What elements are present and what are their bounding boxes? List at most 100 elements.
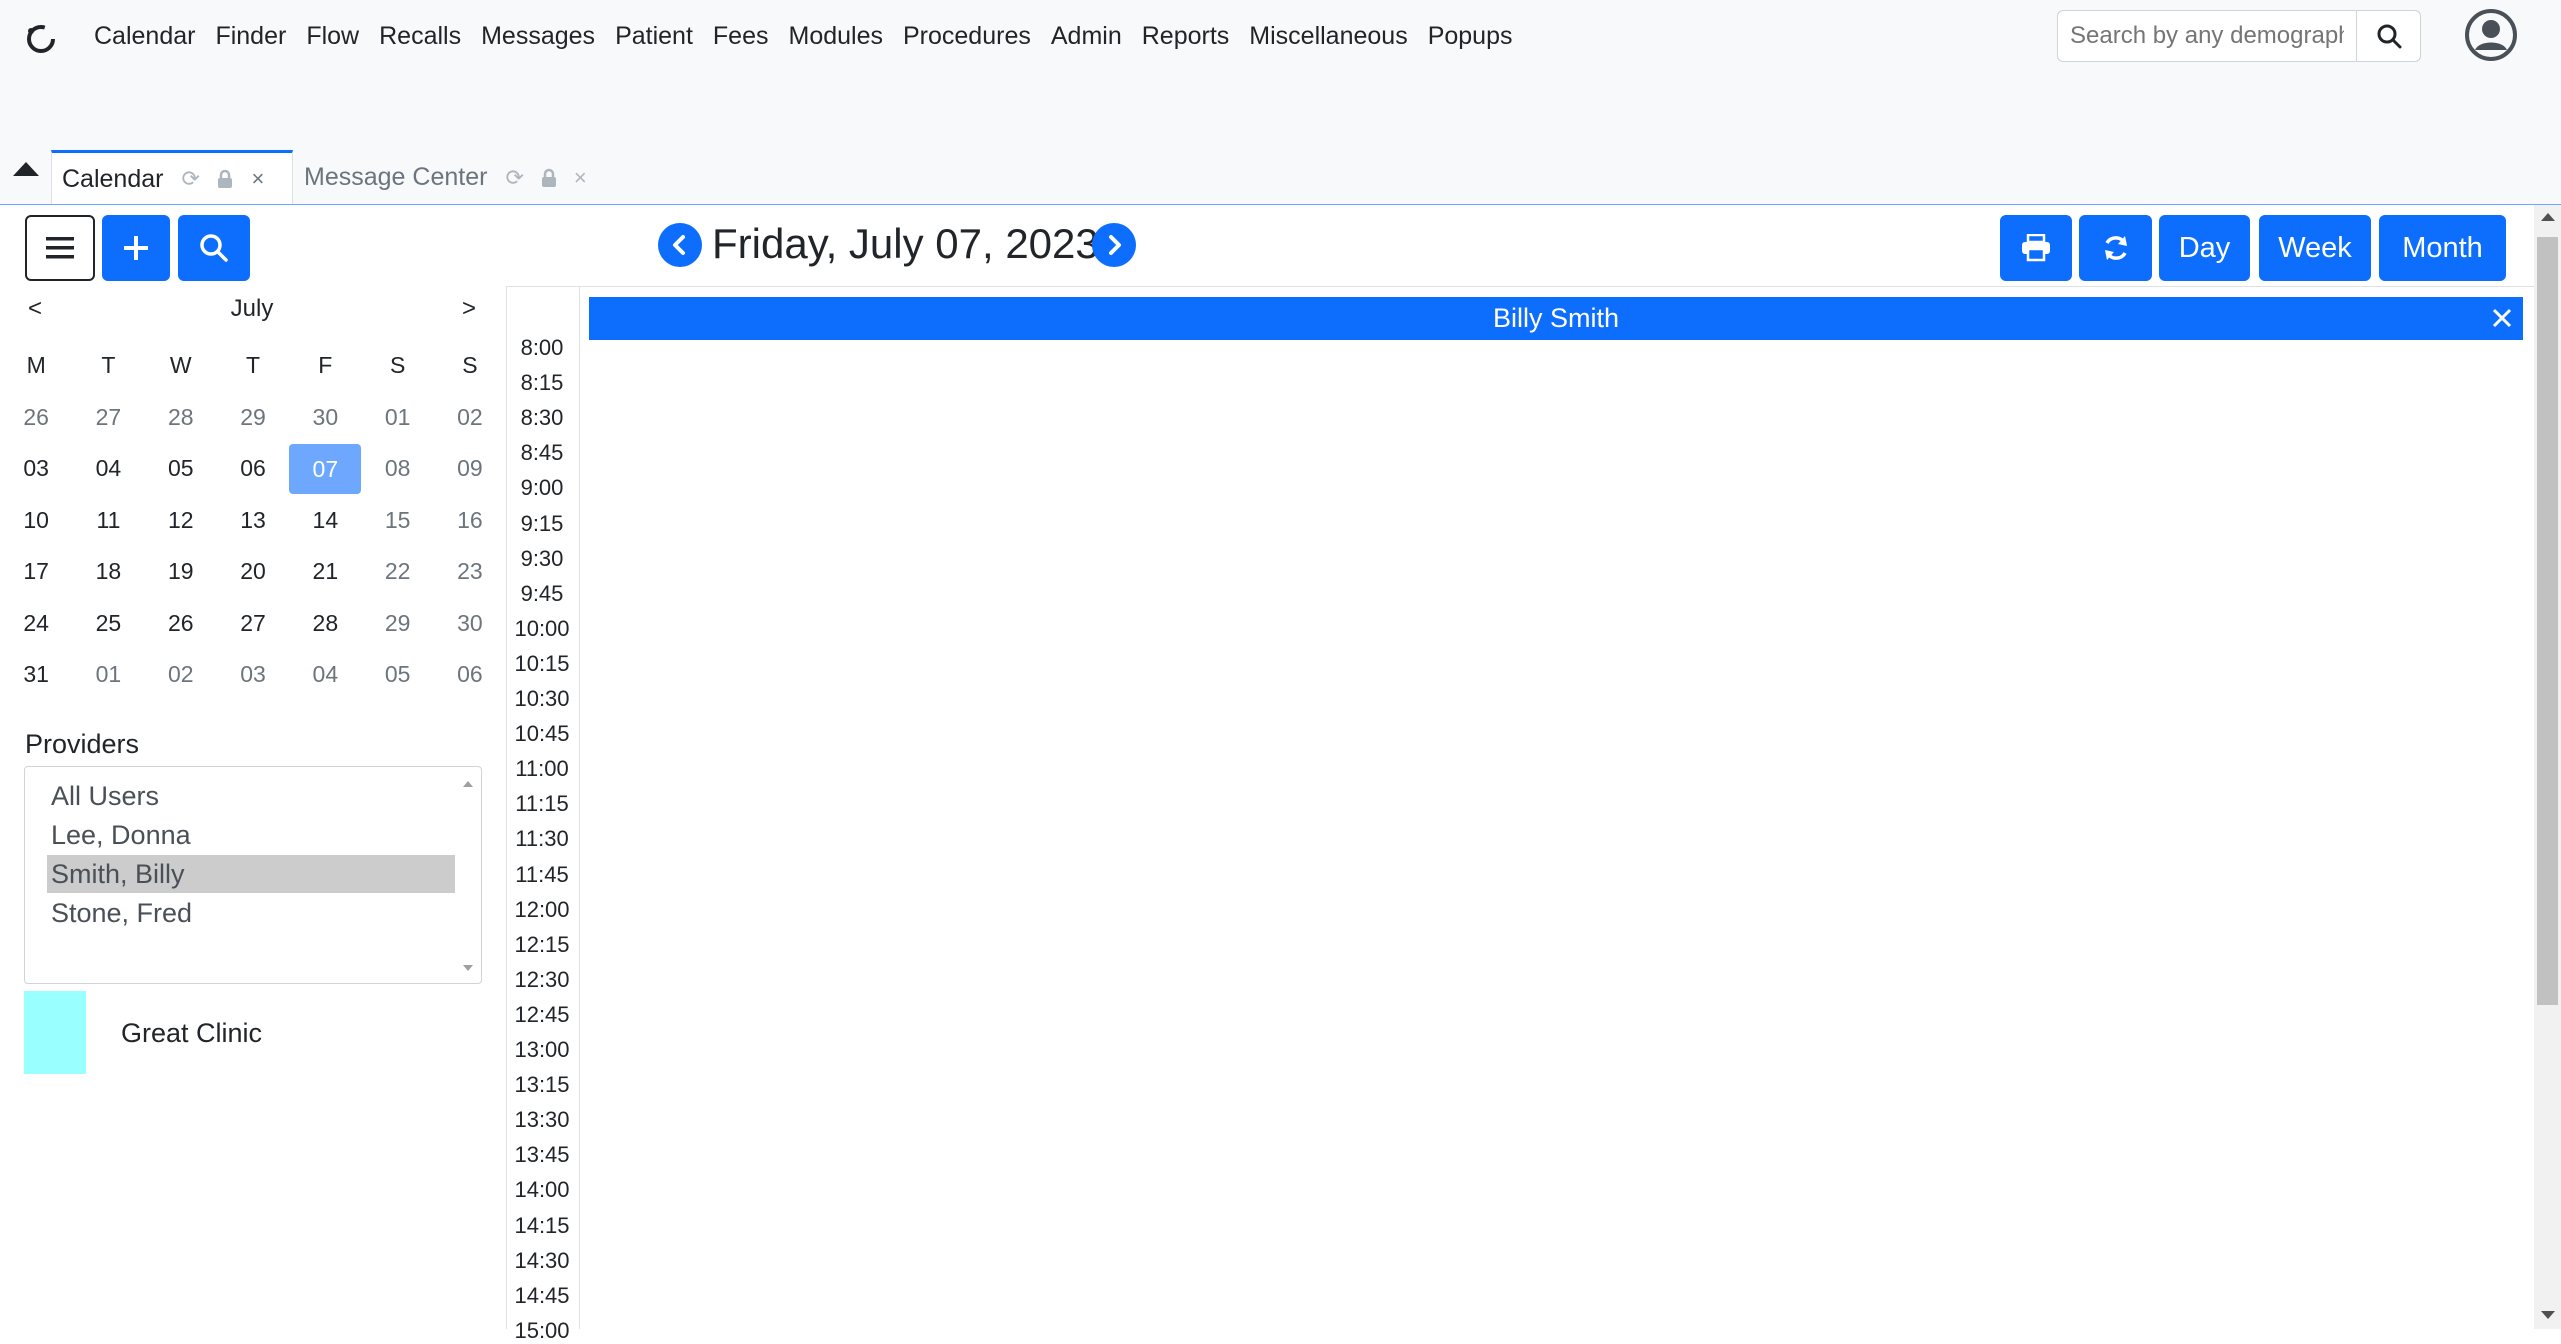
mini-calendar-day[interactable]: 16 <box>434 507 506 534</box>
mini-calendar-day[interactable]: 22 <box>361 558 433 585</box>
mini-calendar-day[interactable]: 01 <box>72 661 144 688</box>
mini-calendar-day[interactable]: 19 <box>145 558 217 585</box>
menu-item-fees[interactable]: Fees <box>713 22 769 51</box>
mini-calendar-day[interactable]: 29 <box>361 610 433 637</box>
mini-calendar-day[interactable]: 01 <box>361 404 433 431</box>
mini-calendar-day[interactable]: 08 <box>361 455 433 482</box>
mini-calendar-day[interactable]: 30 <box>434 610 506 637</box>
menu-item-calendar[interactable]: Calendar <box>94 22 195 51</box>
menu-item-admin[interactable]: Admin <box>1051 22 1122 51</box>
refresh-calendar-button[interactable] <box>2079 215 2152 281</box>
mini-calendar-day[interactable]: 31 <box>0 661 72 688</box>
providers-list[interactable]: All Users Lee, Donna Smith, Billy Stone, Fr… <box>24 766 482 984</box>
close-tab-icon[interactable]: × <box>250 166 266 191</box>
search-input[interactable] <box>2057 10 2357 62</box>
menu-item-procedures[interactable]: Procedures <box>903 22 1031 51</box>
collapse-nav-icon[interactable] <box>12 160 40 178</box>
close-icon[interactable] <box>2487 303 2517 333</box>
mini-calendar-day[interactable]: 04 <box>289 661 361 688</box>
mini-calendar-day[interactable]: 05 <box>145 455 217 482</box>
menu-item-recalls[interactable]: Recalls <box>379 22 461 51</box>
sidebar-toggle-button[interactable] <box>25 215 95 281</box>
scroll-up-arrow[interactable] <box>2541 213 2555 221</box>
weekday-label: T <box>246 352 261 379</box>
mini-calendar-day[interactable]: 28 <box>145 404 217 431</box>
app-logo-icon[interactable] <box>24 22 58 56</box>
mini-calendar-day[interactable]: 25 <box>72 610 144 637</box>
mini-calendar-day[interactable]: 29 <box>217 404 289 431</box>
time-slot-label: 8:00 <box>520 335 564 360</box>
mini-calendar-next-button[interactable]: > <box>462 295 476 323</box>
menu-item-popups[interactable]: Popups <box>1428 22 1513 51</box>
providers-scrollbar[interactable] <box>459 771 477 979</box>
month-view-button[interactable]: Month <box>2379 215 2506 281</box>
mini-calendar-day[interactable]: 17 <box>0 558 72 585</box>
mini-calendar-day[interactable]: 28 <box>289 610 361 637</box>
mini-calendar-day[interactable]: 30 <box>289 404 361 431</box>
mini-calendar-day[interactable]: 12 <box>145 507 217 534</box>
refresh-tab-icon[interactable]: ⟳ <box>505 165 523 190</box>
provider-column-header: Billy Smith <box>589 297 2523 340</box>
lock-tab-icon[interactable] <box>216 168 234 190</box>
mini-calendar-day[interactable]: 05 <box>361 661 433 688</box>
menu-item-reports[interactable]: Reports <box>1142 22 1230 51</box>
mini-calendar-day[interactable]: 13 <box>217 507 289 534</box>
print-button[interactable] <box>2000 215 2072 281</box>
mini-calendar-day[interactable]: 09 <box>434 455 506 482</box>
mini-calendar-week: 10 11 12 13 14 15 16 <box>0 495 506 547</box>
mini-calendar-day[interactable]: 10 <box>0 507 72 534</box>
menu-item-flow[interactable]: Flow <box>306 22 359 51</box>
mini-calendar-day[interactable]: 02 <box>434 404 506 431</box>
menu-item-miscellaneous[interactable]: Miscellaneous <box>1249 22 1407 51</box>
search-button[interactable] <box>2357 10 2421 62</box>
mini-calendar-day[interactable]: 20 <box>217 558 289 585</box>
next-day-button[interactable] <box>1092 223 1136 267</box>
provider-option-lee-donna[interactable]: Lee, Donna <box>47 816 455 854</box>
user-account-icon[interactable] <box>2464 8 2518 62</box>
mini-calendar-day[interactable]: 06 <box>434 661 506 688</box>
mini-calendar-day[interactable]: 27 <box>217 610 289 637</box>
day-view-button[interactable]: Day <box>2159 215 2250 281</box>
close-tab-icon[interactable]: × <box>574 165 587 190</box>
main-menu: Calendar Finder Flow Recalls Messages Patient… <box>94 0 1533 72</box>
mini-calendar-day[interactable]: 02 <box>145 661 217 688</box>
previous-day-button[interactable] <box>658 223 702 267</box>
mini-calendar-day[interactable]: 26 <box>0 404 72 431</box>
scroll-down-arrow[interactable] <box>2541 1311 2555 1319</box>
mini-calendar-day[interactable]: 27 <box>72 404 144 431</box>
search-appointments-button[interactable] <box>178 215 250 281</box>
time-slot-label: 13:00 <box>514 1037 570 1062</box>
tab-message-center[interactable]: Message Center ⟳ × <box>294 150 610 205</box>
add-appointment-button[interactable] <box>102 215 170 281</box>
mini-calendar-day[interactable]: 03 <box>217 661 289 688</box>
mini-calendar-day-selected[interactable]: 07 <box>289 443 362 494</box>
mini-calendar-week: 24 25 26 27 28 29 30 <box>0 598 506 650</box>
mini-calendar-day[interactable]: 24 <box>0 610 72 637</box>
mini-calendar-day[interactable]: 03 <box>0 455 72 482</box>
mini-calendar-day[interactable]: 21 <box>289 558 361 585</box>
mini-calendar-day[interactable]: 18 <box>72 558 144 585</box>
provider-option-smith-billy[interactable]: Smith, Billy <box>47 855 455 893</box>
weekday-label: W <box>169 352 192 379</box>
menu-item-messages[interactable]: Messages <box>481 22 595 51</box>
week-view-button[interactable]: Week <box>2259 215 2371 281</box>
weekday-label: T <box>101 352 116 379</box>
mini-calendar-day[interactable]: 15 <box>361 507 433 534</box>
mini-calendar-day[interactable]: 04 <box>72 455 144 482</box>
page-scrollbar[interactable] <box>2534 205 2561 1329</box>
scrollbar-thumb[interactable] <box>2537 237 2558 1005</box>
mini-calendar-day[interactable]: 14 <box>289 507 361 534</box>
mini-calendar-day[interactable]: 23 <box>434 558 506 585</box>
time-slot-label: 13:15 <box>514 1072 570 1098</box>
mini-calendar-day[interactable]: 11 <box>72 507 144 534</box>
tab-calendar[interactable]: Calendar ⟳ × <box>51 150 293 205</box>
provider-option-all-users[interactable]: All Users <box>47 777 455 815</box>
mini-calendar-day[interactable]: 26 <box>145 610 217 637</box>
provider-option-stone-fred[interactable]: Stone, Fred <box>47 894 455 932</box>
menu-item-finder[interactable]: Finder <box>215 22 286 51</box>
refresh-tab-icon[interactable]: ⟳ <box>181 166 199 191</box>
mini-calendar-day[interactable]: 06 <box>217 455 289 482</box>
lock-tab-icon[interactable] <box>540 167 558 189</box>
menu-item-modules[interactable]: Modules <box>789 22 884 51</box>
menu-item-patient[interactable]: Patient <box>615 22 693 51</box>
